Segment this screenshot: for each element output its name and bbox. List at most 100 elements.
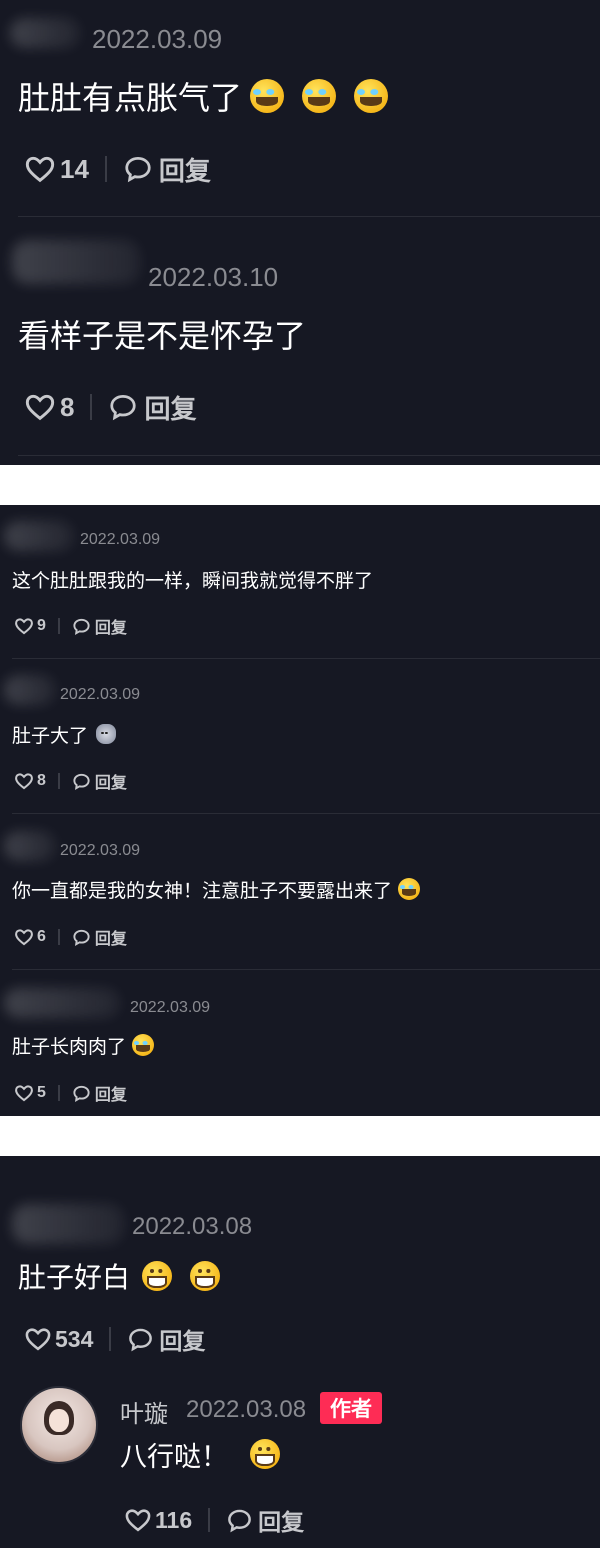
speech-bubble-icon bbox=[125, 156, 151, 183]
action-separator bbox=[57, 618, 60, 634]
comment-actions: 8 回复 bbox=[14, 770, 127, 792]
like-count: 9 bbox=[37, 617, 46, 634]
avatar[interactable] bbox=[20, 1386, 98, 1464]
author-badge: 作者 bbox=[320, 1392, 382, 1424]
speech-bubble-icon bbox=[129, 1328, 153, 1351]
reply-author-name[interactable]: 叶璇 bbox=[120, 1394, 168, 1429]
heart-outline-icon bbox=[15, 929, 33, 946]
heart-outline-icon bbox=[25, 394, 55, 421]
speech-bubble-icon bbox=[73, 1085, 90, 1102]
heart-outline-icon bbox=[25, 156, 55, 183]
laughing-tears-emoji bbox=[132, 1034, 155, 1056]
speech-bubble-icon bbox=[228, 1509, 251, 1532]
reply-button[interactable]: 回复 bbox=[127, 1322, 205, 1356]
comment-text-content: 这个肚肚跟我的一样，瞬间我就觉得不胖了 bbox=[12, 570, 374, 592]
heart-outline-icon bbox=[15, 1085, 33, 1102]
grinning-emoji bbox=[142, 1261, 173, 1291]
action-separator bbox=[57, 773, 60, 789]
blurred-username bbox=[4, 521, 74, 551]
laughing-tears-emoji bbox=[398, 878, 421, 900]
comment-text: 肚子好白 bbox=[18, 1256, 221, 1296]
reply-label: 回复 bbox=[144, 393, 197, 424]
comment-divider bbox=[12, 969, 600, 970]
like-count: 8 bbox=[60, 391, 75, 422]
comment-date: 2022.03.09 bbox=[60, 842, 141, 859]
speech-bubble-icon bbox=[73, 618, 90, 635]
comment-text-content: 你一直都是我的女神！注意肚子不要露出来了 bbox=[12, 880, 393, 902]
action-separator bbox=[208, 1508, 211, 1532]
comment-date: 2022.03.09 bbox=[80, 531, 161, 548]
heart-outline-icon bbox=[15, 618, 33, 635]
heart-outline-icon bbox=[15, 773, 33, 790]
cat-face-emoji bbox=[96, 724, 117, 744]
blurred-username bbox=[4, 675, 56, 705]
comment-text-content: 肚子长肉肉了 bbox=[12, 1036, 127, 1058]
comment-actions: 5 回复 bbox=[14, 1082, 127, 1104]
heart-outline-icon bbox=[125, 1509, 151, 1532]
speech-bubble-icon bbox=[73, 773, 90, 790]
comment-text: 看样子是不是怀孕了 bbox=[18, 312, 306, 356]
blurred-username bbox=[10, 18, 80, 48]
comment-actions: 9 回复 bbox=[14, 615, 127, 637]
grinning-emoji bbox=[190, 1261, 221, 1291]
comment-date: 2022.03.09 bbox=[60, 686, 141, 703]
like-button[interactable]: 534 bbox=[24, 1325, 93, 1353]
like-button[interactable]: 9 bbox=[14, 616, 46, 636]
reply-label: 回复 bbox=[258, 1509, 305, 1535]
action-separator bbox=[57, 1085, 60, 1101]
comment-divider bbox=[18, 216, 600, 217]
comment-divider bbox=[12, 658, 600, 659]
comment-panel-2: 2022.03.09 这个肚肚跟我的一样，瞬间我就觉得不胖了 9 回复 2022… bbox=[0, 505, 600, 1116]
reply-button[interactable]: 回复 bbox=[123, 151, 211, 188]
reply-button[interactable]: 回复 bbox=[226, 1503, 304, 1537]
comment-actions: 534 回复 bbox=[24, 1322, 205, 1356]
reply-button[interactable]: 回复 bbox=[72, 925, 127, 949]
blurred-username bbox=[12, 240, 140, 284]
reply-button[interactable]: 回复 bbox=[108, 389, 196, 426]
like-button[interactable]: 6 bbox=[14, 927, 46, 947]
comment-text: 肚子大了 bbox=[12, 720, 117, 748]
reply-label: 回复 bbox=[159, 1328, 206, 1354]
comment-actions: 8 回复 bbox=[24, 388, 196, 426]
reply-label: 回复 bbox=[94, 1087, 127, 1104]
speech-bubble-icon bbox=[73, 929, 90, 946]
comment-divider bbox=[12, 813, 600, 814]
reply-label: 回复 bbox=[158, 155, 211, 186]
comment-actions: 14 回复 bbox=[24, 150, 211, 188]
reply-label: 回复 bbox=[94, 775, 127, 792]
like-count: 8 bbox=[37, 772, 46, 789]
reply-text: 八行哒！ bbox=[120, 1434, 280, 1474]
reply-button[interactable]: 回复 bbox=[72, 769, 127, 793]
action-separator bbox=[104, 156, 107, 182]
comment-actions: 6 回复 bbox=[14, 926, 127, 948]
action-separator bbox=[109, 1327, 112, 1351]
reply-date: 2022.03.08 bbox=[186, 1396, 307, 1423]
comment-text-content: 肚子大了 bbox=[12, 725, 89, 747]
like-count: 6 bbox=[37, 928, 46, 945]
like-count: 5 bbox=[37, 1084, 46, 1101]
blurred-username bbox=[4, 831, 56, 861]
reply-label: 回复 bbox=[94, 620, 127, 637]
comment-text-content: 看样子是不是怀孕了 bbox=[18, 318, 307, 354]
comment-text: 你一直都是我的女神！注意肚子不要露出来了 bbox=[12, 875, 421, 903]
comment-date: 2022.03.10 bbox=[148, 262, 279, 292]
blurred-username bbox=[12, 1204, 124, 1244]
like-button[interactable]: 5 bbox=[14, 1083, 46, 1103]
laughing-tears-emoji bbox=[250, 79, 285, 113]
comment-date: 2022.03.09 bbox=[130, 999, 211, 1016]
comment-divider bbox=[18, 455, 600, 456]
heart-outline-icon bbox=[25, 1328, 51, 1351]
like-count: 116 bbox=[155, 1506, 193, 1533]
comment-date: 2022.03.08 bbox=[132, 1213, 253, 1240]
like-button[interactable]: 8 bbox=[24, 391, 74, 423]
reply-text-content: 八行哒！ bbox=[120, 1441, 228, 1472]
like-button[interactable]: 116 bbox=[124, 1506, 192, 1534]
comment-panel-3: 2022.03.08 肚子好白 534 回复 叶璇 2022.03.08 作者 … bbox=[0, 1156, 600, 1548]
reply-button[interactable]: 回复 bbox=[72, 1081, 127, 1105]
like-button[interactable]: 8 bbox=[14, 771, 46, 791]
like-button[interactable]: 14 bbox=[24, 153, 89, 185]
reply-label: 回复 bbox=[94, 931, 127, 948]
comment-date: 2022.03.09 bbox=[92, 24, 223, 54]
comment-text: 这个肚肚跟我的一样，瞬间我就觉得不胖了 bbox=[12, 565, 373, 593]
reply-button[interactable]: 回复 bbox=[72, 614, 127, 638]
